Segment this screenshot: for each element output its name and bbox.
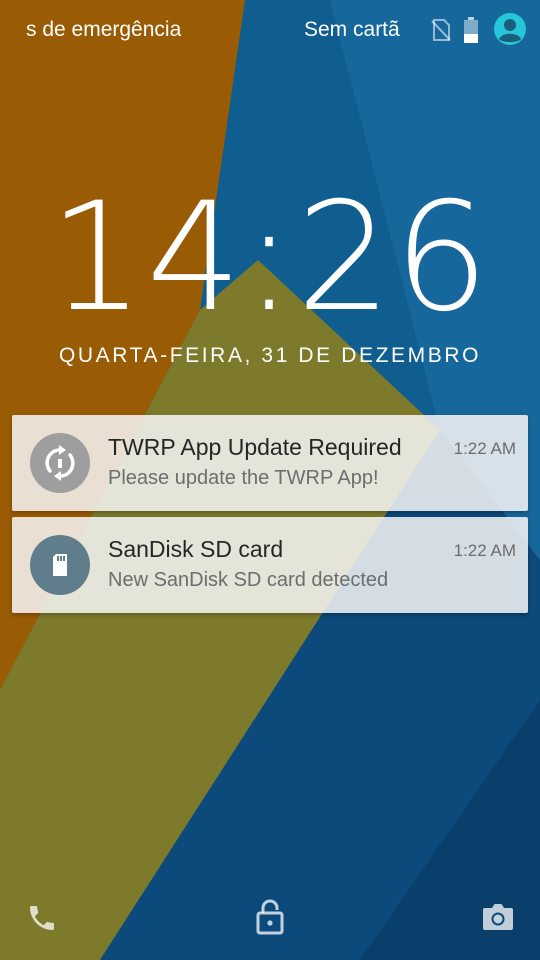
lockscreen-date: QUARTA-FEIRA, 31 DE DEZEMBRO: [58, 344, 482, 367]
notification-card[interactable]: TWRP App Update Required Please update t…: [12, 415, 528, 511]
update-sync-icon: [30, 433, 90, 493]
emergency-calls-text: s de emergência: [26, 18, 182, 41]
status-bar: s de emergência Sem cartã: [0, 0, 540, 62]
sd-card-icon: [30, 535, 90, 595]
notification-title: SanDisk SD card: [108, 536, 284, 562]
notification-title: TWRP App Update Required: [108, 434, 402, 460]
notification-time: 1:22 AM: [453, 541, 516, 560]
no-sim-icon: [431, 19, 451, 41]
notification-card[interactable]: SanDisk SD card New SanDisk SD card dete…: [12, 517, 528, 613]
notification-text: Please update the TWRP App!: [108, 467, 379, 489]
notification-time: 1:22 AM: [453, 439, 516, 458]
carrier-text: Sem cartã: [304, 18, 400, 41]
phone-icon[interactable]: [26, 902, 58, 934]
unlock-icon[interactable]: [255, 899, 285, 935]
battery-icon: [464, 17, 478, 43]
camera-icon[interactable]: [482, 902, 514, 932]
lockscreen-clock: 14:26: [48, 171, 492, 345]
notification-text: New SanDisk SD card detected: [108, 569, 389, 591]
user-avatar-icon[interactable]: [493, 12, 527, 46]
